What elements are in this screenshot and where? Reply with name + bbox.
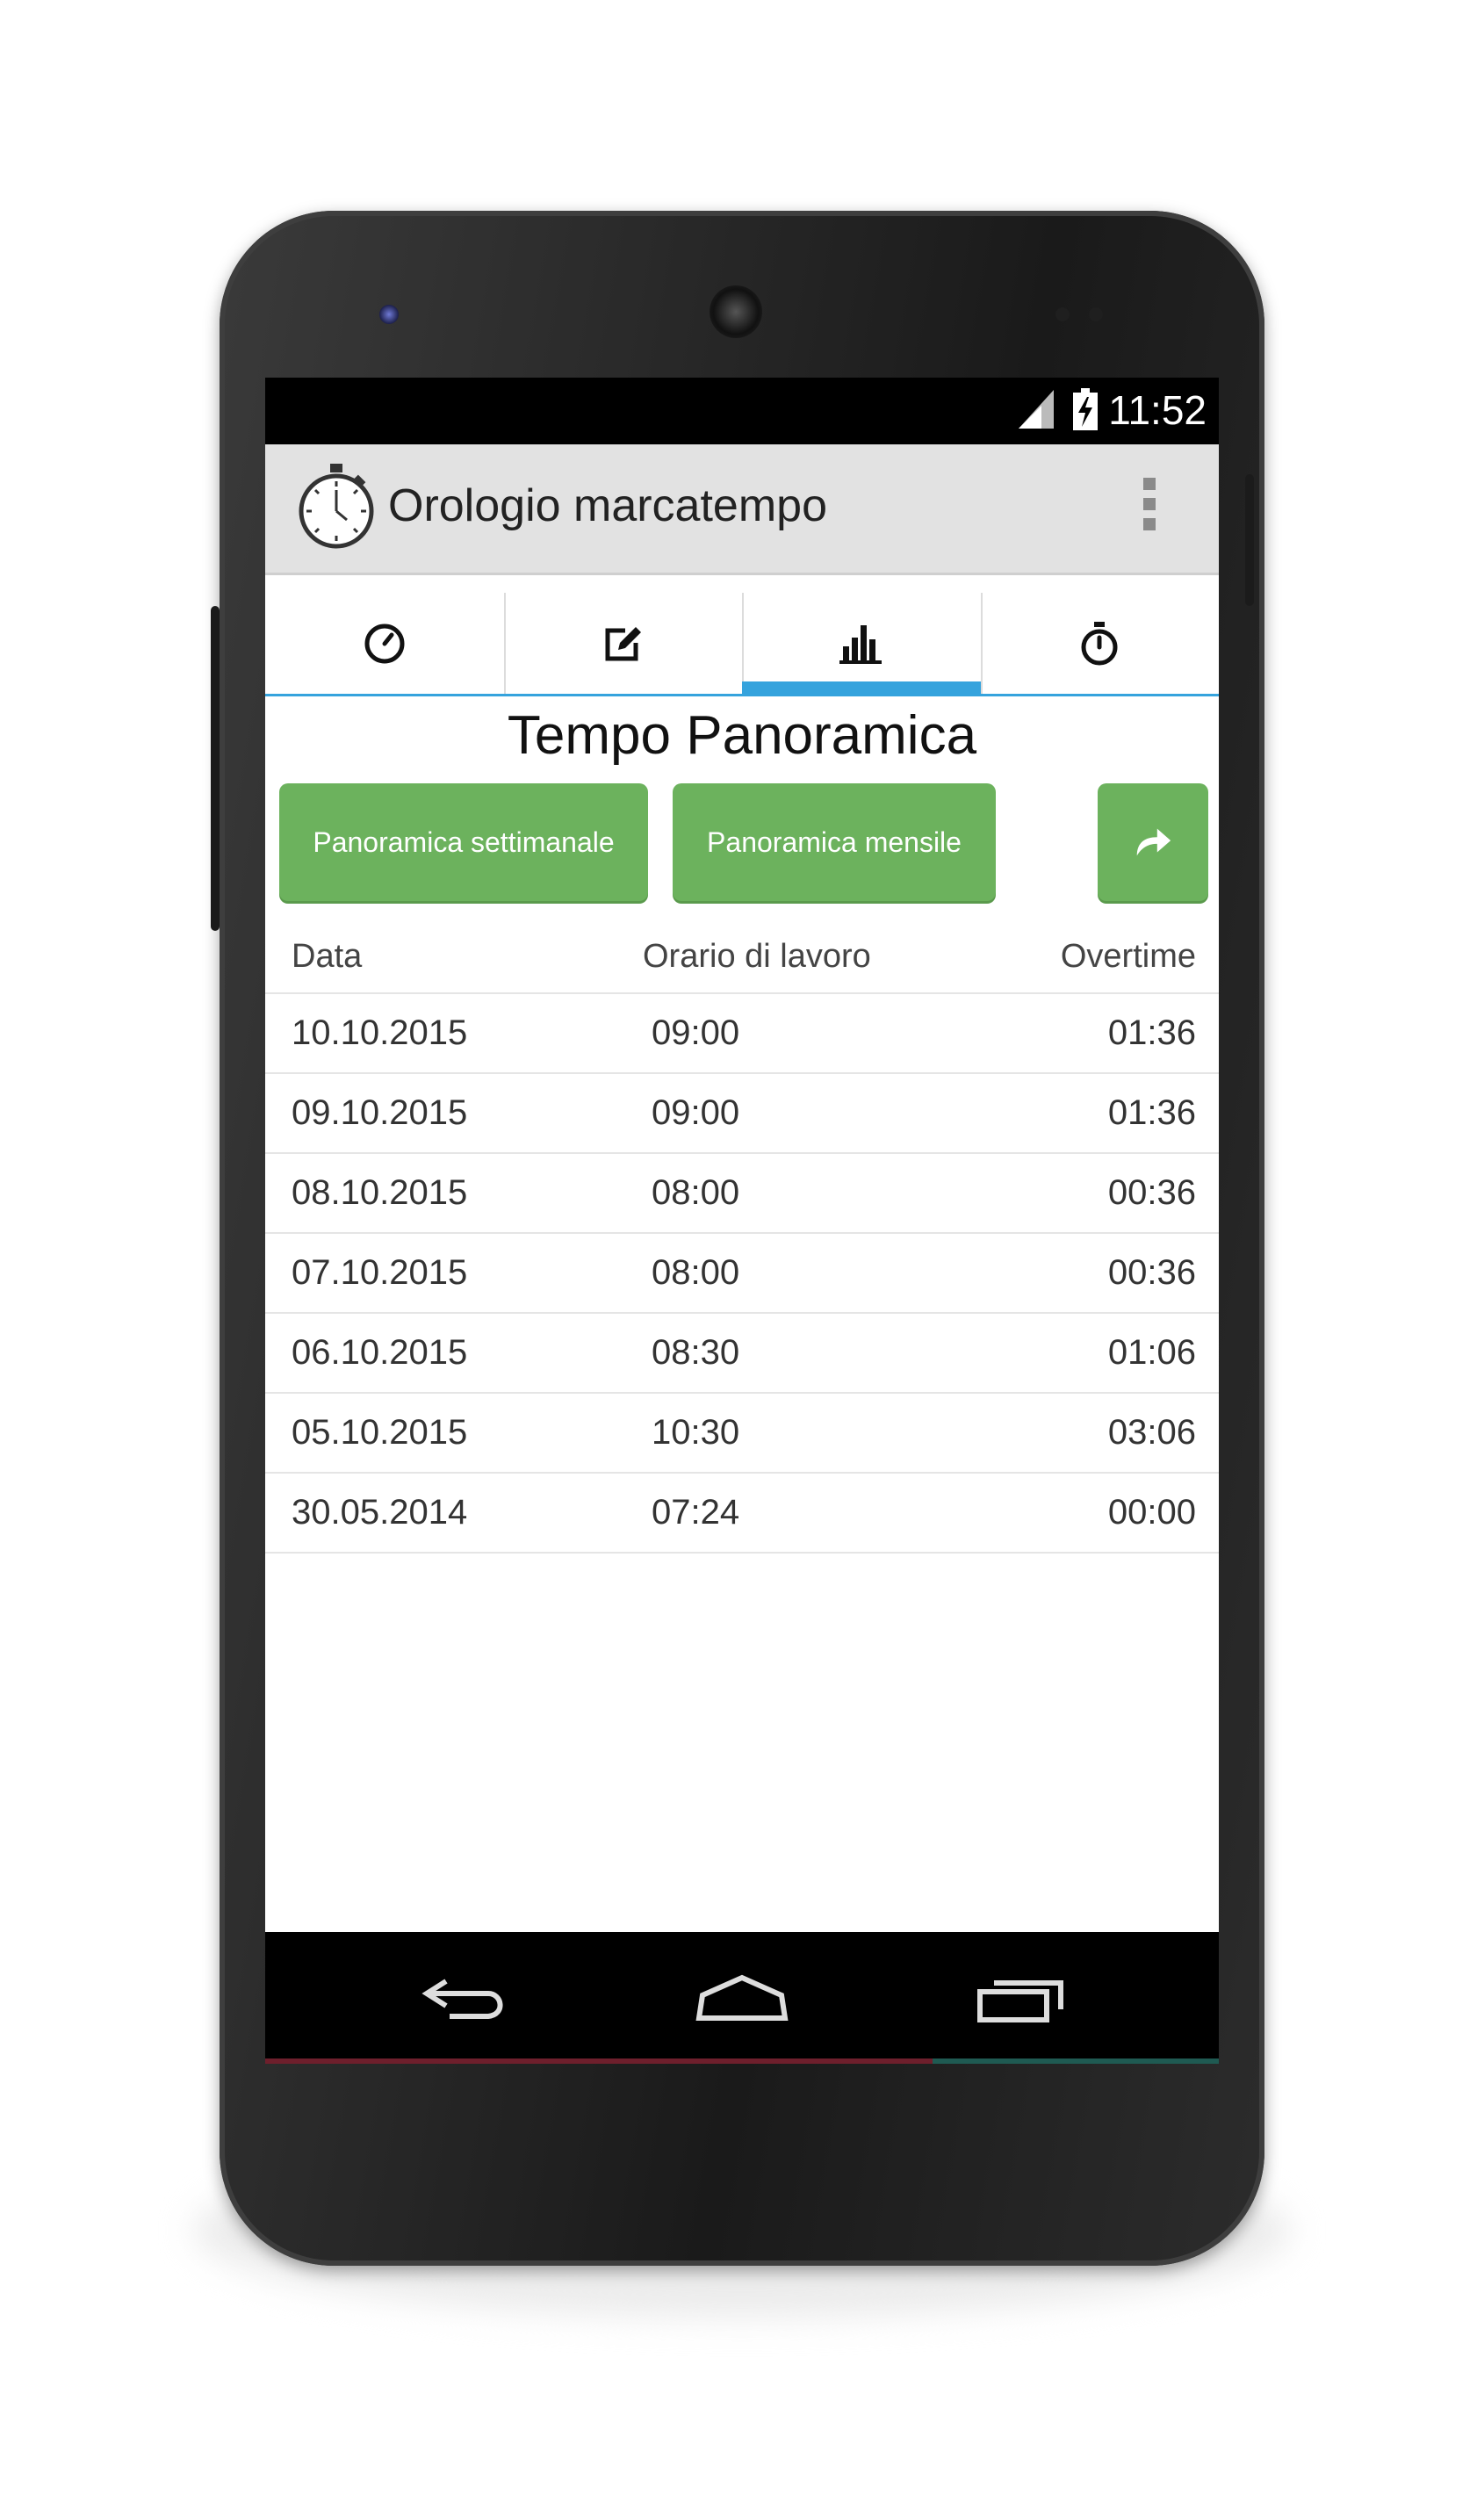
cell-date: 30.05.2014 [292, 1493, 468, 1532]
accent-line [933, 2058, 1219, 2064]
tab-bar [265, 593, 1219, 696]
tab-stopwatch[interactable] [980, 593, 1220, 694]
cell-date: 07.10.2015 [292, 1253, 468, 1292]
app-screen: 11:52 Orologio marcatempo Tempo Panorami… [265, 378, 1219, 2064]
header-date: Data [292, 938, 363, 975]
earpiece-speaker [710, 285, 762, 338]
status-bar: 11:52 [265, 378, 1219, 444]
recents-icon[interactable] [975, 1971, 1071, 2027]
table-header: Data Orario di lavoro Overtime [265, 922, 1219, 992]
cell-date: 08.10.2015 [292, 1173, 468, 1212]
light-sensor [1089, 307, 1103, 321]
battery-charging-icon [1073, 388, 1098, 430]
proximity-sensor [1055, 307, 1070, 321]
tab-edit[interactable] [503, 593, 743, 694]
navigation-bar [265, 1932, 1219, 2064]
cell-working-hours: 08:00 [652, 1253, 740, 1292]
tab-overview[interactable] [742, 593, 981, 694]
table-row[interactable]: 09.10.2015 09:00 01:36 [265, 1072, 1219, 1152]
share-icon [1136, 828, 1171, 856]
front-camera [379, 305, 399, 324]
stopwatch-icon[interactable] [297, 462, 376, 550]
table-row[interactable]: 30.05.2014 07:24 00:00 [265, 1472, 1219, 1554]
cell-date: 05.10.2015 [292, 1413, 468, 1452]
back-icon[interactable] [420, 1971, 516, 2027]
status-time: 11:52 [1108, 387, 1207, 433]
cell-overtime: 00:36 [1107, 1253, 1196, 1292]
volume-button [211, 606, 220, 931]
home-icon[interactable] [694, 1971, 790, 2027]
table-row[interactable]: 06.10.2015 08:30 01:06 [265, 1312, 1219, 1392]
bar-chart-icon [839, 624, 882, 664]
cell-overtime: 01:36 [1107, 1013, 1196, 1052]
overflow-menu-icon[interactable] [1142, 478, 1157, 536]
cell-date: 09.10.2015 [292, 1093, 468, 1132]
table-row[interactable]: 08.10.2015 08:00 00:36 [265, 1152, 1219, 1232]
cell-overtime: 03:06 [1107, 1413, 1196, 1452]
cell-overtime: 01:06 [1107, 1333, 1196, 1372]
stopwatch-icon [1081, 621, 1118, 665]
table-row[interactable]: 10.10.2015 09:00 01:36 [265, 992, 1219, 1072]
cell-working-hours: 10:30 [652, 1413, 740, 1452]
weekly-overview-button[interactable]: Panoramica settimanale [279, 783, 648, 901]
table-row[interactable]: 07.10.2015 08:00 00:36 [265, 1232, 1219, 1312]
accent-line [265, 2058, 933, 2064]
share-button[interactable] [1098, 783, 1208, 901]
monthly-overview-button[interactable]: Panoramica mensile [673, 783, 996, 901]
cell-working-hours: 07:24 [652, 1493, 740, 1532]
power-button [1245, 474, 1254, 606]
tab-clock[interactable] [265, 593, 504, 694]
cell-working-hours: 09:00 [652, 1013, 740, 1052]
page-title: Tempo Panoramica [507, 705, 977, 766]
cell-overtime: 00:00 [1107, 1493, 1196, 1532]
header-overtime: Overtime [1060, 938, 1196, 975]
header-working-hours: Orario di lavoro [643, 938, 871, 975]
edit-icon [605, 626, 642, 660]
clock-icon [364, 624, 405, 663]
cell-working-hours: 08:00 [652, 1173, 740, 1212]
cell-working-hours: 08:30 [652, 1333, 740, 1372]
cell-date: 10.10.2015 [292, 1013, 468, 1052]
cell-overtime: 00:36 [1107, 1173, 1196, 1212]
cell-signal-icon [1019, 390, 1054, 429]
table-row[interactable]: 05.10.2015 10:30 03:06 [265, 1392, 1219, 1472]
app-title: Orologio marcatempo [388, 480, 827, 531]
time-table: 10.10.2015 09:00 01:36 09.10.2015 09:00 … [265, 992, 1219, 1554]
cell-working-hours: 09:00 [652, 1093, 740, 1132]
action-bar: Orologio marcatempo [265, 444, 1219, 575]
cell-date: 06.10.2015 [292, 1333, 468, 1372]
cell-overtime: 01:36 [1107, 1093, 1196, 1132]
